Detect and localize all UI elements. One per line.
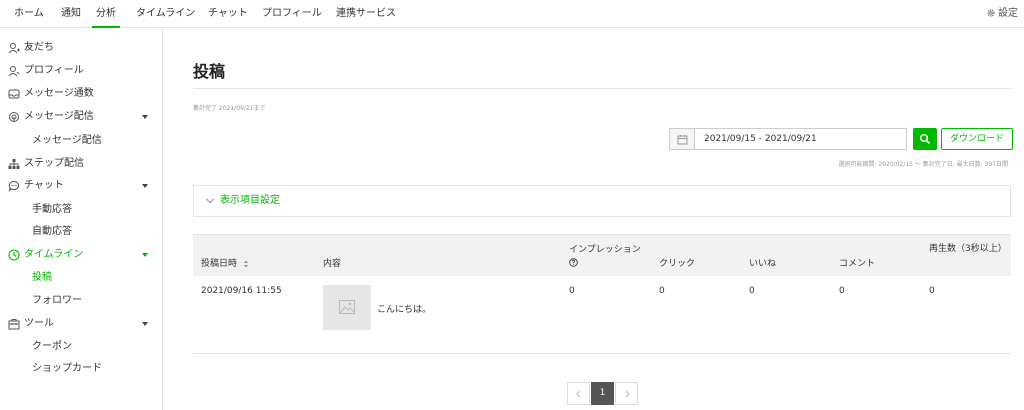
sidebar-item-label: プロフィール (24, 65, 84, 76)
sidebar-item-label: フォロワー (32, 295, 82, 306)
chevron-down-icon (142, 115, 148, 119)
hierarchy-icon (8, 159, 20, 169)
date-range-input[interactable] (695, 128, 907, 150)
sidebar-item-label: ショップカード (32, 363, 102, 374)
sidebar-item-chat[interactable]: チャット (0, 175, 163, 197)
sort-icon[interactable] (243, 260, 249, 268)
sidebar-item-posts[interactable]: 投稿 (0, 267, 163, 289)
chevron-down-icon (206, 198, 214, 204)
tab-analytics[interactable]: 分析 (92, 0, 120, 28)
tab-home[interactable]: ホーム (14, 0, 44, 28)
tab-integrations[interactable]: 連携サービス (336, 0, 396, 28)
calendar-button[interactable] (669, 128, 695, 150)
cell-comments: 0 (839, 286, 845, 296)
sidebar-item-label: 投稿 (32, 272, 52, 283)
clock-icon (8, 249, 20, 261)
help-icon[interactable] (569, 258, 578, 267)
main-content: 投稿 集計完了 2021/09/21まで ダウンロード 選択可能期間: 2020… (163, 28, 1024, 410)
table-row[interactable]: 2021/09/16 11:55 こんにちは。 0 0 0 0 0 (193, 276, 1011, 354)
cell-plays: 0 (929, 286, 935, 296)
col-content: 内容 (323, 259, 342, 269)
image-placeholder-icon (339, 300, 355, 314)
settings-link[interactable]: 設定 (986, 0, 1018, 28)
sidebar-item-label: ツール (24, 318, 54, 329)
sidebar-item-coupons[interactable]: クーポン (0, 336, 163, 358)
tab-chat[interactable]: チャット (208, 0, 248, 28)
page-title: 投稿 (193, 62, 226, 81)
sidebar-item-timeline[interactable]: タイムライン (0, 244, 163, 266)
tab-profile[interactable]: プロフィール (262, 0, 322, 28)
cell-impressions: 0 (569, 286, 575, 296)
sidebar-item-manual-response[interactable]: 手動応答 (0, 199, 163, 221)
chevron-right-icon (625, 390, 630, 398)
prev-page-button[interactable] (567, 382, 590, 405)
col-plays: 再生数（3秒以上） (929, 244, 1007, 254)
sidebar-item-label: メッセージ配信 (32, 135, 102, 146)
chevron-down-icon (142, 253, 148, 257)
sidebar-item-label: メッセージ通数 (24, 88, 94, 99)
download-button[interactable]: ダウンロード (941, 128, 1013, 150)
sidebar-item-message-delivery[interactable]: メッセージ配信 (0, 106, 163, 128)
tab-timeline[interactable]: タイムライン (136, 0, 195, 28)
display-settings-toggle[interactable]: 表示項目設定 (193, 185, 1011, 217)
col-clicks: クリック (659, 259, 696, 269)
aggregation-note: 集計完了 2021/09/21まで (193, 105, 266, 112)
sidebar-item-auto-response[interactable]: 自動応答 (0, 221, 163, 243)
post-thumbnail (323, 285, 371, 330)
cell-likes: 0 (749, 286, 755, 296)
sidebar-item-message-delivery-sub[interactable]: メッセージ配信 (0, 130, 163, 152)
sidebar-item-label: 自動応答 (32, 226, 72, 237)
col-likes: いいね (749, 259, 777, 269)
gear-icon (987, 9, 995, 17)
sidebar-item-label: タイムライン (24, 249, 84, 260)
top-navigation: ホーム 通知 分析 タイムライン チャット プロフィール 連携サービス 設定 (0, 0, 1024, 28)
profile-icon (8, 66, 20, 77)
display-settings-label: 表示項目設定 (220, 195, 280, 206)
sidebar-item-step-delivery[interactable]: ステップ配信 (0, 153, 163, 175)
cell-posted-at: 2021/09/16 11:55 (201, 286, 282, 296)
calendar-icon (677, 135, 688, 145)
next-page-button[interactable] (615, 382, 638, 405)
page-button-current[interactable]: 1 (591, 382, 614, 405)
col-comments: コメント (839, 259, 876, 269)
settings-label: 設定 (998, 8, 1018, 19)
tab-notifications[interactable]: 通知 (61, 0, 81, 28)
range-note: 選択可能期間: 2020/02/15 〜 集計完了日, 最大日数: 397日間 (838, 161, 1008, 168)
person-icon (8, 43, 20, 54)
cell-clicks: 0 (659, 286, 665, 296)
sidebar-item-friends[interactable]: 友だち (0, 37, 163, 59)
sidebar-item-message-count[interactable]: メッセージ通数 (0, 83, 163, 105)
sidebar-item-shop-card[interactable]: ショップカード (0, 358, 163, 380)
sidebar-item-tools[interactable]: ツール (0, 313, 163, 335)
chevron-down-icon (142, 322, 148, 326)
chat-bubble-icon (8, 180, 20, 192)
broadcast-icon (9, 112, 19, 122)
sidebar: 友だち プロフィール メッセージ通数 メッセージ配信 メッセージ配信 ステップ配… (0, 28, 163, 410)
search-icon (919, 133, 931, 145)
sidebar-item-label: メッセージ配信 (24, 111, 94, 122)
sidebar-item-followers[interactable]: フォロワー (0, 290, 163, 312)
inbox-icon (8, 89, 20, 99)
sidebar-item-label: 友だち (24, 42, 54, 53)
chevron-down-icon (142, 184, 148, 188)
search-button[interactable] (913, 128, 937, 150)
col-impressions: インプレッション (569, 242, 641, 270)
sidebar-item-profile[interactable]: プロフィール (0, 60, 163, 82)
sidebar-item-label: チャット (24, 180, 64, 191)
col-posted-at[interactable]: 投稿日時 (201, 256, 249, 269)
sidebar-item-label: ステップ配信 (24, 158, 84, 169)
col-impressions-label: インプレッション (569, 245, 641, 255)
divider (193, 88, 1011, 89)
toolbox-icon (8, 319, 20, 330)
col-posted-at-label: 投稿日時 (201, 259, 238, 269)
cell-content: こんにちは。 (377, 305, 432, 315)
sidebar-item-label: クーポン (32, 341, 72, 352)
sidebar-item-label: 手動応答 (32, 204, 72, 215)
chevron-left-icon (575, 390, 580, 398)
table-header: 投稿日時 内容 インプレッション クリック いいね コメント 再生数（3秒以上） (193, 234, 1011, 276)
